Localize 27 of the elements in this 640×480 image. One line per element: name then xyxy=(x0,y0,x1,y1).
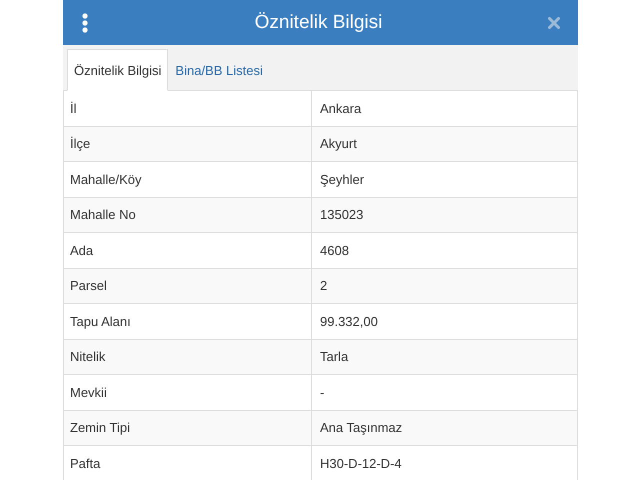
table-cell: İl xyxy=(64,91,312,126)
table-cell-text: Tarla xyxy=(319,348,350,366)
table-cell-text: 99.332,00 xyxy=(319,312,379,331)
table-cell-text: 4608 xyxy=(319,242,350,260)
table-cell: Tapu Alanı xyxy=(64,304,312,338)
table-cell-text: Ana Taşınmaz xyxy=(319,419,404,438)
table-cell: Mahalle/Köy xyxy=(64,162,312,196)
table-cell-text: - xyxy=(319,384,326,402)
table-cell-text: Şeyhler xyxy=(319,170,366,189)
close-icon[interactable] xyxy=(548,16,560,28)
table-cell: Mevkii xyxy=(64,375,312,410)
table-cell-text: Ankara xyxy=(319,100,362,118)
panel-title: Öznitelik Bilgisi xyxy=(254,12,384,34)
tab[interactable]: Öznitelik Bilgisi xyxy=(67,49,168,91)
table-cell-text: 2 xyxy=(319,277,328,296)
table-cell-text: 135023 xyxy=(319,206,364,224)
menu-icon[interactable] xyxy=(81,12,89,32)
table-cell: Ada xyxy=(64,233,312,268)
table-cell-text: H30-D-12-D-4 xyxy=(319,454,403,473)
table-cell: Parsel xyxy=(64,268,312,303)
table-cell: Mahalle No xyxy=(64,198,312,232)
table-cell: Nitelik xyxy=(64,340,312,374)
table-cell: Pafta xyxy=(64,446,312,480)
tab[interactable]: Bina/BB Listesi xyxy=(168,49,270,91)
table-cell-text: Akyurt xyxy=(319,135,358,154)
table-cell: İlçe xyxy=(64,126,312,161)
table-cell: Zemin Tipi xyxy=(64,410,312,445)
